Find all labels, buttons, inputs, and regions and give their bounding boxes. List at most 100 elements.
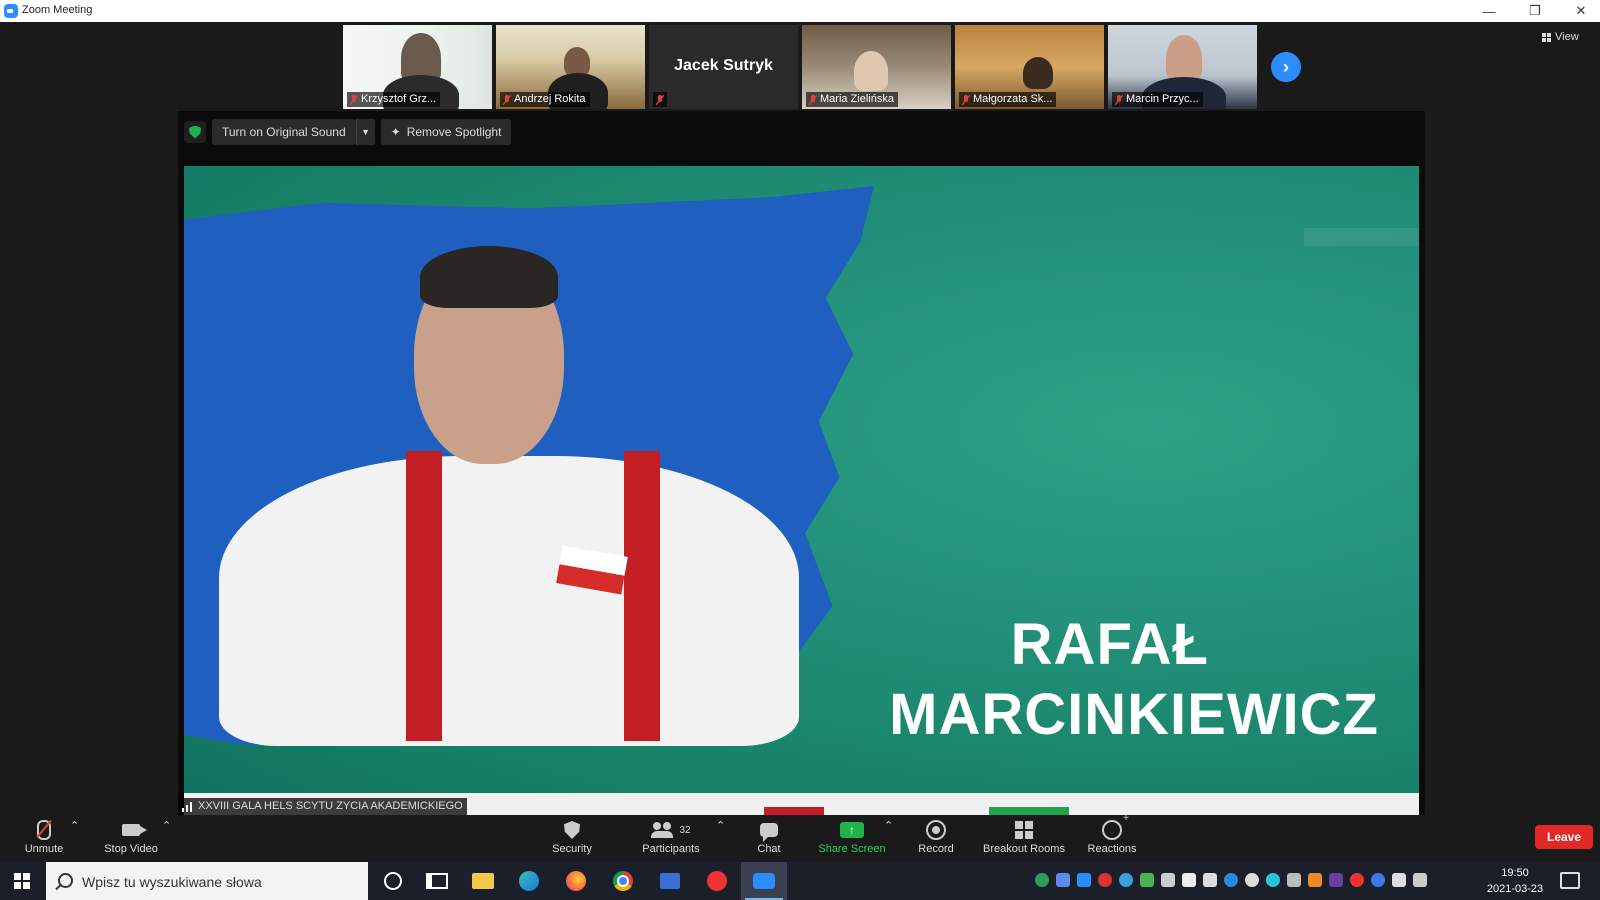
spotlight-video-area: Turn on Original Sound ▼ ✦ Remove Spotli… xyxy=(178,111,1425,815)
zoom-taskbar-button[interactable] xyxy=(741,862,787,900)
video-options-caret[interactable]: ⌃ xyxy=(162,819,171,832)
windows-taskbar: 19:50 2021-03-23 xyxy=(0,862,1600,900)
edge-button[interactable] xyxy=(506,862,552,900)
video-toolbar: Turn on Original Sound ▼ ✦ Remove Spotli… xyxy=(184,119,512,145)
chrome-button[interactable] xyxy=(600,862,646,900)
original-sound-dropdown[interactable]: ▼ xyxy=(355,119,375,145)
minimize-button[interactable]: — xyxy=(1466,0,1512,22)
tray-app-icon[interactable] xyxy=(1140,873,1154,887)
share-screen-label: Share Screen xyxy=(818,843,886,855)
window-title: Zoom Meeting xyxy=(22,4,93,16)
action-center-icon[interactable] xyxy=(1560,872,1580,889)
original-sound-label: Turn on Original Sound xyxy=(222,125,346,139)
taskbar-clock[interactable]: 19:50 2021-03-23 xyxy=(1480,865,1550,897)
record-button[interactable]: Record xyxy=(916,819,956,855)
network-icon[interactable] xyxy=(1392,873,1406,887)
tray-app-icon[interactable] xyxy=(1350,873,1364,887)
onedrive-icon[interactable] xyxy=(1224,873,1238,887)
muted-mic-icon xyxy=(503,95,511,105)
next-page-button[interactable]: › xyxy=(1271,52,1301,82)
reactions-button[interactable]: Reactions xyxy=(1086,813,1138,855)
tray-app-icon[interactable] xyxy=(1056,873,1070,887)
task-view-button[interactable] xyxy=(414,862,460,900)
red-app-icon xyxy=(707,871,727,891)
chat-button[interactable]: Chat xyxy=(752,819,786,855)
volume-icon[interactable] xyxy=(1413,873,1427,887)
folder-icon xyxy=(472,873,494,889)
speaker-first-name: RAFAŁ xyxy=(1010,612,1209,677)
view-button[interactable]: View xyxy=(1542,31,1579,43)
participant-name: Maria Zielińska xyxy=(820,93,894,105)
connection-signal-icon xyxy=(182,802,194,812)
bluetooth-icon[interactable] xyxy=(1371,873,1385,887)
stop-video-label: Stop Video xyxy=(104,843,158,855)
participants-button[interactable]: 32 Participants xyxy=(638,819,704,855)
cloud-icon[interactable] xyxy=(1245,873,1259,887)
unmute-button[interactable]: Unmute xyxy=(20,819,68,855)
leave-button[interactable]: Leave xyxy=(1535,825,1593,849)
file-explorer-button[interactable] xyxy=(460,862,506,900)
tray-app-icon[interactable] xyxy=(1035,873,1049,887)
restore-button[interactable]: ❐ xyxy=(1512,0,1558,22)
spotlight-name: XXVIII GALA HELS SCYTU ZYCIA AKADEMICKIE… xyxy=(198,800,463,812)
search-icon xyxy=(58,873,73,888)
participant-video xyxy=(1023,57,1053,89)
security-button[interactable]: Security xyxy=(550,819,594,855)
participant-tile[interactable]: Krzysztof Grz... xyxy=(343,25,492,109)
original-sound-button[interactable]: Turn on Original Sound xyxy=(212,119,356,145)
participant-tile[interactable]: Andrzej Rokita xyxy=(496,25,645,109)
chevron-down-icon: ▼ xyxy=(361,127,371,137)
participants-options-caret[interactable]: ⌃ xyxy=(716,819,725,832)
participant-name-label: Andrzej Rokita xyxy=(500,92,590,107)
participant-name: Małgorzata Sk... xyxy=(973,93,1053,105)
encryption-shield-icon[interactable] xyxy=(184,121,206,143)
muted-mic-icon xyxy=(656,95,664,105)
tray-app-icon[interactable] xyxy=(1161,873,1175,887)
red-app-button[interactable] xyxy=(694,862,740,900)
participant-name-label: Marcin Przyc... xyxy=(1112,92,1203,107)
band-accent-green xyxy=(989,807,1069,815)
view-button-label: View xyxy=(1555,31,1579,43)
participants-icon xyxy=(651,822,674,838)
tray-app-icon[interactable] xyxy=(1203,873,1217,887)
pin-icon: ✦ xyxy=(390,125,401,139)
network-computer-icon xyxy=(660,873,680,889)
record-label: Record xyxy=(918,843,954,855)
participant-tile[interactable]: Małgorzata Sk... xyxy=(955,25,1104,109)
tray-app-icon[interactable] xyxy=(1098,873,1112,887)
speaker-shirt xyxy=(219,456,799,746)
stop-video-button[interactable]: Stop Video xyxy=(100,819,162,855)
tray-app-icon[interactable] xyxy=(1119,873,1133,887)
participant-tile[interactable]: Marcin Przyc... xyxy=(1108,25,1257,109)
tray-zoom-icon[interactable] xyxy=(1077,873,1091,887)
chat-bubble-icon xyxy=(760,823,778,842)
tray-app-icon[interactable] xyxy=(1182,873,1196,887)
close-button[interactable]: ✕ xyxy=(1558,0,1600,22)
participant-display-name: Jacek Sutryk xyxy=(674,57,773,74)
participant-tile[interactable]: Jacek Sutryk xyxy=(649,25,798,109)
network-app-button[interactable] xyxy=(647,862,693,900)
participants-count: 32 xyxy=(679,824,691,836)
tray-app-icon[interactable] xyxy=(1308,873,1322,887)
audio-options-caret[interactable]: ⌃ xyxy=(70,819,79,832)
record-icon xyxy=(926,820,946,840)
breakout-rooms-label: Breakout Rooms xyxy=(983,843,1065,855)
remove-spotlight-button[interactable]: ✦ Remove Spotlight xyxy=(380,119,512,145)
edge-browser-icon xyxy=(519,871,539,891)
taskbar-search[interactable] xyxy=(46,862,368,900)
tray-app-icon[interactable] xyxy=(1266,873,1280,887)
share-screen-button[interactable]: ↑ Share Screen xyxy=(818,819,886,855)
security-shield-icon xyxy=(564,821,580,839)
speaker-red-stripe xyxy=(406,451,442,741)
tray-app-icon[interactable] xyxy=(1287,873,1301,887)
tray-app-icon[interactable] xyxy=(1329,873,1343,887)
taskbar-search-input[interactable] xyxy=(80,871,364,893)
firefox-button[interactable] xyxy=(553,862,599,900)
speaker-last-name: MARCINKIEWICZ xyxy=(889,682,1379,747)
start-button[interactable] xyxy=(0,862,44,900)
muted-mic-icon xyxy=(350,95,358,105)
share-options-caret[interactable]: ⌃ xyxy=(884,819,893,832)
participant-tile[interactable]: Maria Zielińska xyxy=(802,25,951,109)
cortana-button[interactable] xyxy=(370,862,416,900)
breakout-rooms-button[interactable]: Breakout Rooms xyxy=(980,819,1068,855)
